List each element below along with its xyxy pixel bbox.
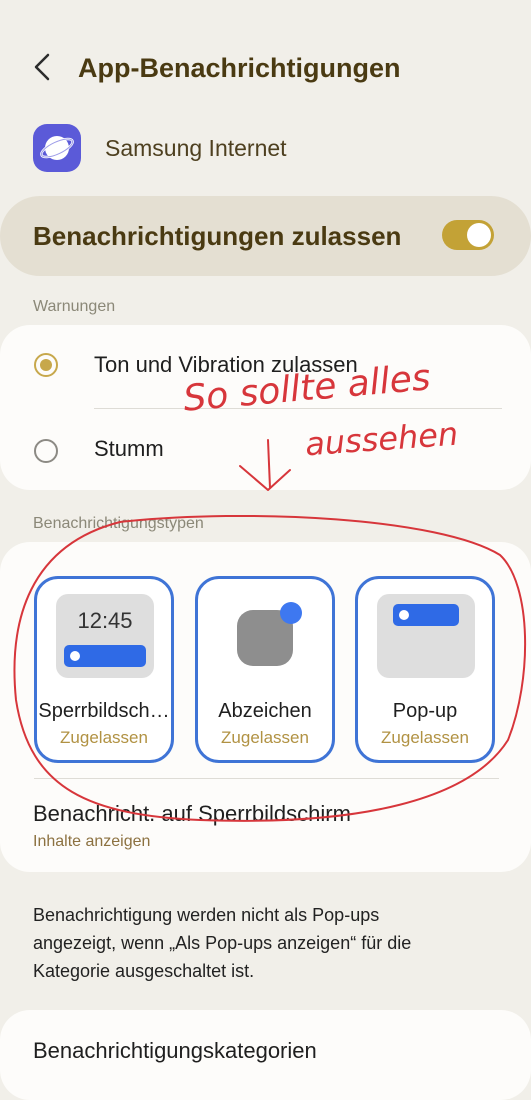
type-card-lockscreen[interactable]: 12:45 Sperrbildsch… Zugelassen [34,576,174,763]
divider [34,778,499,779]
radio-mute[interactable] [34,439,58,463]
lockscreen-notifications-subtitle: Inhalte anzeigen [33,833,151,850]
allow-notifications-label: Benachrichtigungen zulassen [33,221,402,251]
radio-sound-vibration[interactable] [34,353,58,377]
lockscreen-preview: 12:45 [56,594,154,678]
popup-info-text: Benachrichtigung werden nicht als Pop-up… [33,905,412,981]
type-status-badge: Zugelassen [221,728,309,747]
type-status-popup: Zugelassen [381,728,469,747]
preview-time: 12:45 [77,608,133,633]
page-title: App-Benachrichtigungen [78,53,401,83]
type-status-lockscreen: Zugelassen [60,728,148,747]
back-arrow-icon[interactable] [26,50,60,84]
type-label-badge: Abzeichen [218,700,312,722]
badge-dot-icon [280,602,302,624]
allow-notifications-toggle[interactable] [442,220,494,250]
lockscreen-notifications-title: Benachricht. auf Sperrbildschirm [33,801,351,826]
notification-categories-label: Benachrichtigungskategorien [33,1038,317,1063]
types-section-label: Benachrichtigungstypen [33,515,204,532]
type-card-badge[interactable]: Abzeichen Zugelassen [195,576,335,763]
type-label-popup: Pop-up [392,700,458,722]
option-label-mute: Stumm [94,436,164,461]
type-label-lockscreen: Sperrbildsch… [38,700,170,722]
warnings-section-label: Warnungen [33,298,116,315]
app-name: Samsung Internet [105,135,287,161]
type-card-popup[interactable]: Pop-up Zugelassen [355,576,495,763]
samsung-internet-icon [33,124,81,172]
preview-notification-bar [64,645,146,667]
toggle-knob [467,223,491,247]
popup-preview [377,594,475,678]
popup-notification-bar [393,604,459,626]
